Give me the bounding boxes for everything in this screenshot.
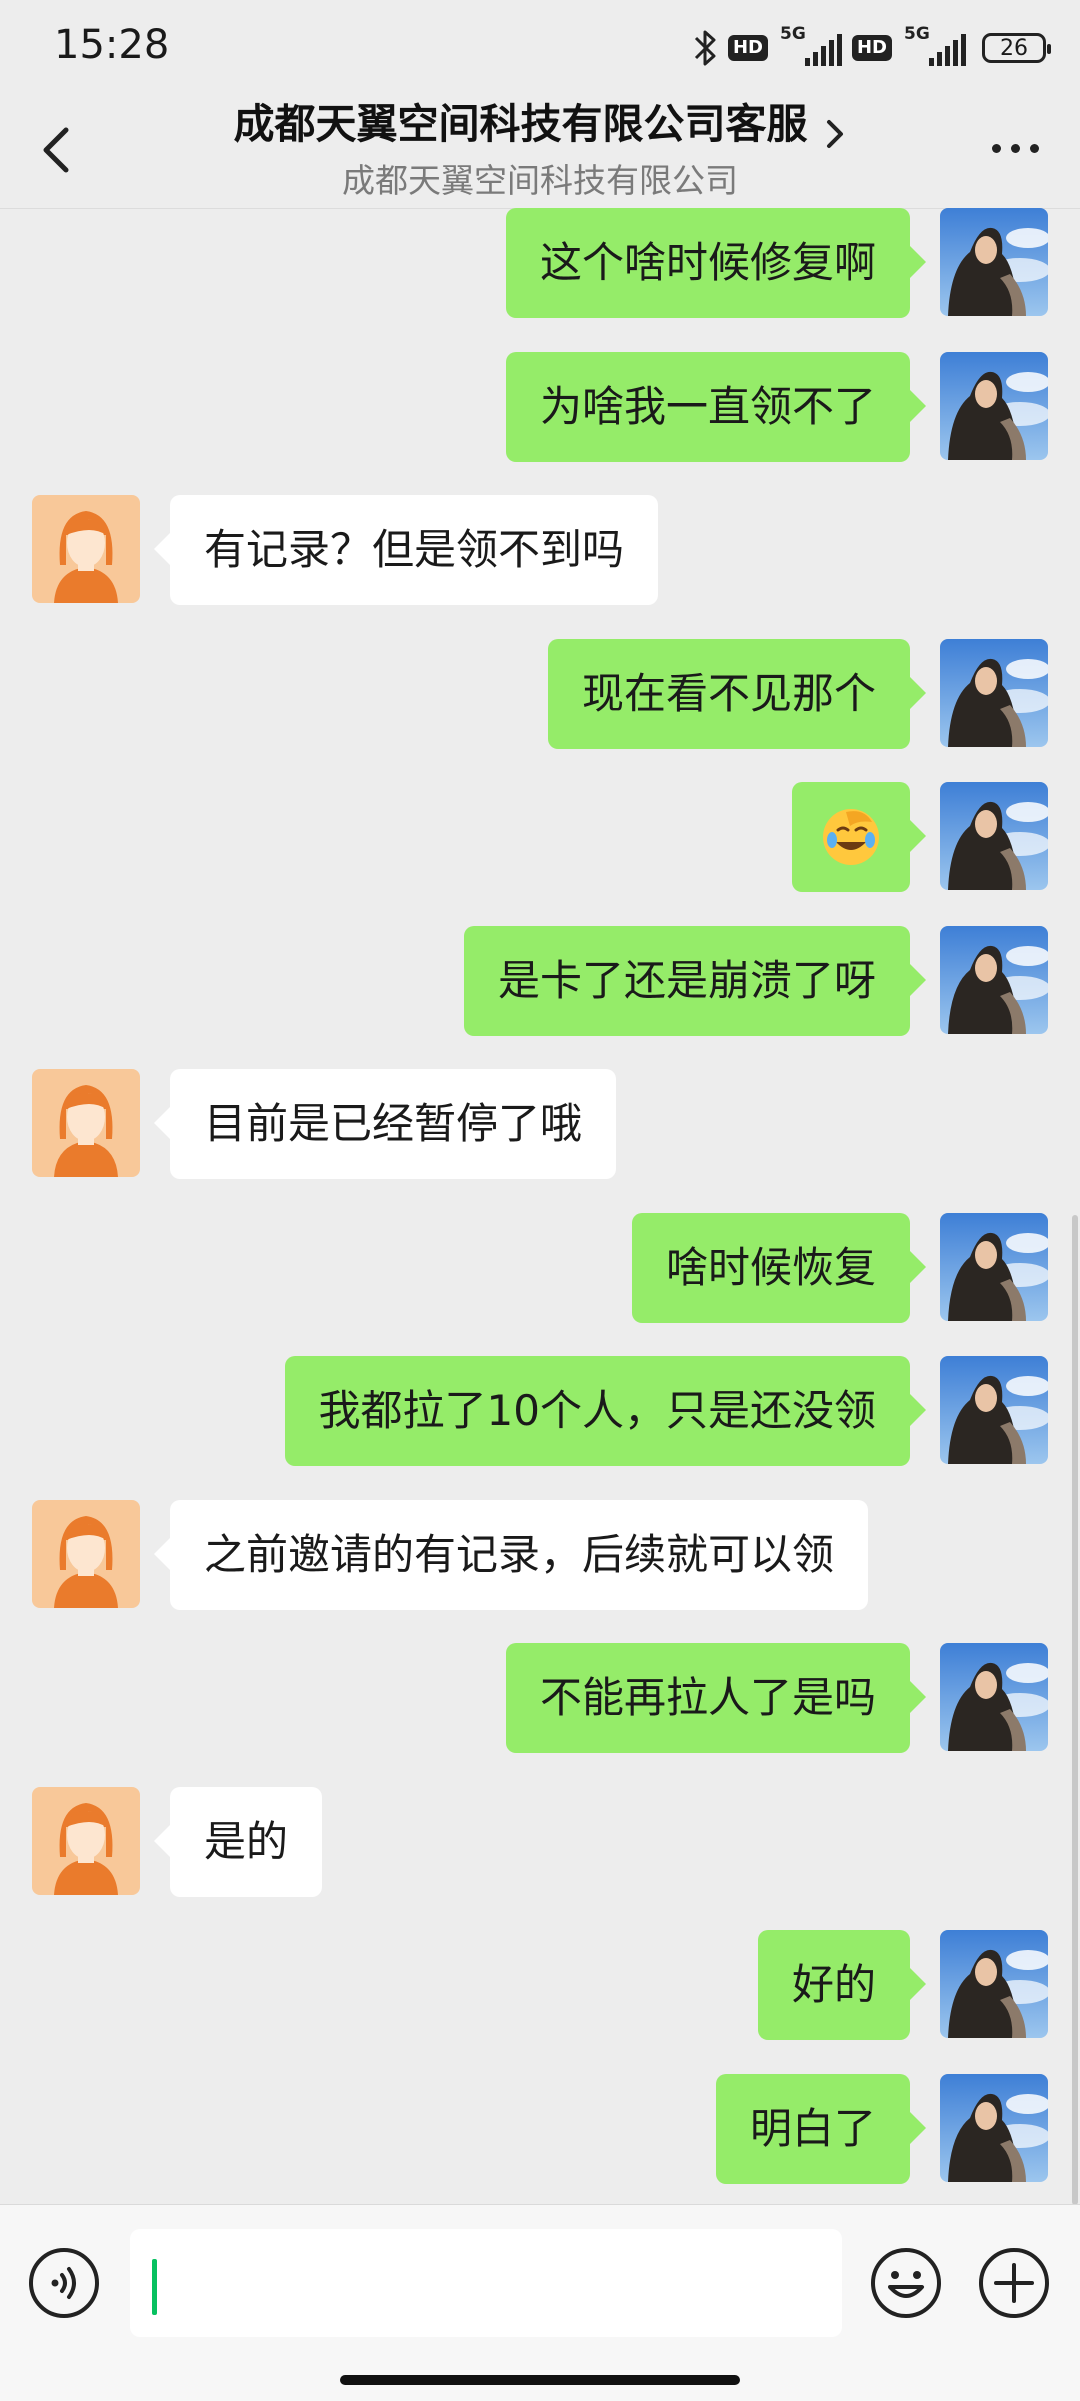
- chat-title[interactable]: 成都天翼空间科技有限公司客服: [233, 100, 807, 148]
- hd-badge-2: HD: [851, 35, 892, 61]
- my-avatar[interactable]: [940, 639, 1048, 747]
- sent-message: 不能再拉人了是吗: [0, 1643, 1080, 1753]
- battery-icon: 26: [982, 33, 1051, 63]
- scrollbar[interactable]: [1072, 1215, 1078, 2205]
- message-text: 是卡了还是崩溃了呀: [497, 956, 876, 1005]
- chevron-right-icon: [826, 119, 843, 148]
- message-input[interactable]: [130, 2229, 842, 2337]
- message-bubble[interactable]: 好的: [757, 1930, 927, 2040]
- my-avatar[interactable]: [940, 782, 1048, 890]
- message-bubble[interactable]: 有记录？但是领不到吗: [153, 495, 659, 605]
- bluetooth-icon: [694, 30, 716, 66]
- sent-message: 明白了: [0, 2074, 1080, 2184]
- agent-avatar[interactable]: [32, 1500, 140, 1608]
- message-bubble[interactable]: 目前是已经暂停了哦: [153, 1069, 617, 1179]
- voice-icon: [29, 2248, 99, 2318]
- sent-message: 啥时候恢复: [0, 1213, 1080, 1323]
- message-text: 这个啥时候修复啊: [539, 238, 876, 287]
- message-bubble[interactable]: 啥时候恢复: [631, 1213, 927, 1323]
- message-bubble[interactable]: 是卡了还是崩溃了呀: [463, 926, 927, 1036]
- sent-message: 好的: [0, 1930, 1080, 2040]
- message-bubble[interactable]: 之前邀请的有记录，后续就可以领: [153, 1500, 869, 1610]
- message-bubble[interactable]: 现在看不见那个: [547, 639, 927, 749]
- sent-message: 是卡了还是崩溃了呀: [0, 926, 1080, 1036]
- my-avatar[interactable]: [940, 926, 1048, 1034]
- more-button[interactable]: [980, 118, 1050, 178]
- facepalm-laugh-emoji: [823, 809, 879, 865]
- message-bubble[interactable]: 是的: [153, 1787, 323, 1897]
- sent-message: 现在看不见那个: [0, 639, 1080, 749]
- message-text: 有记录？但是领不到吗: [204, 525, 625, 574]
- input-bar: [0, 2204, 1080, 2401]
- chat-subtitle: 成都天翼空间科技有限公司: [342, 161, 738, 200]
- agent-avatar[interactable]: [32, 1787, 140, 1895]
- home-indicator[interactable]: [340, 2375, 740, 2385]
- message-bubble[interactable]: 为啥我一直领不了: [505, 352, 927, 462]
- signal-icon-2: 5G: [902, 24, 966, 68]
- status-icons: HD 5G HD 5G 26: [692, 24, 1051, 70]
- status-time: 15:28: [54, 22, 170, 68]
- my-avatar[interactable]: [940, 2074, 1048, 2182]
- my-avatar[interactable]: [940, 208, 1048, 316]
- more-icon: [991, 143, 1039, 153]
- agent-avatar[interactable]: [32, 495, 140, 603]
- plus-icon: [979, 2248, 1049, 2318]
- signal-icon: 5G: [778, 24, 842, 68]
- message-text: 之前邀请的有记录，后续就可以领: [204, 1530, 835, 1579]
- text-caret: [152, 2259, 157, 2315]
- message-text: 我都拉了10个人，只是还没领: [318, 1386, 876, 1435]
- message-bubble[interactable]: 明白了: [715, 2074, 927, 2184]
- message-bubble[interactable]: 这个啥时候修复啊: [505, 208, 927, 318]
- message-text: 现在看不见那个: [581, 669, 876, 718]
- sent-message: [0, 782, 1080, 892]
- received-message: 目前是已经暂停了哦: [0, 1069, 1080, 1179]
- my-avatar[interactable]: [940, 1356, 1048, 1464]
- battery-level: 26: [1000, 35, 1028, 61]
- message-text: 为啥我一直领不了: [539, 382, 876, 431]
- received-message: 是的: [0, 1787, 1080, 1897]
- sent-message: 我都拉了10个人，只是还没领: [0, 1356, 1080, 1466]
- sent-message: 这个啥时候修复啊: [0, 208, 1080, 318]
- message-text: 不能再拉人了是吗: [539, 1673, 876, 1722]
- status-bar: 15:28 HD 5G HD 5G 26: [0, 0, 1080, 96]
- message-text: 好的: [791, 1960, 876, 2009]
- my-avatar[interactable]: [940, 1930, 1048, 2038]
- hd-badge: HD: [727, 35, 768, 61]
- message-bubble[interactable]: [792, 782, 926, 892]
- voice-button[interactable]: [28, 2247, 100, 2319]
- my-avatar[interactable]: [940, 1643, 1048, 1751]
- emoji-icon: [871, 2248, 941, 2318]
- message-bubble[interactable]: 我都拉了10个人，只是还没领: [284, 1356, 927, 1466]
- received-message: 有记录？但是领不到吗: [0, 495, 1080, 605]
- message-bubble[interactable]: 不能再拉人了是吗: [505, 1643, 927, 1753]
- received-message: 之前邀请的有记录，后续就可以领: [0, 1500, 1080, 1610]
- my-avatar[interactable]: [940, 1213, 1048, 1321]
- sent-message: 为啥我一直领不了: [0, 352, 1080, 462]
- message-list[interactable]: 这个啥时候修复啊 为啥我一直领不了有记录？但是领不到吗现在看不见那个是卡了还是崩溃…: [0, 208, 1080, 2204]
- network-label-2: 5G: [904, 24, 930, 44]
- more-features-button[interactable]: [978, 2247, 1050, 2319]
- message-text: 明白了: [749, 2104, 876, 2153]
- emoji-button[interactable]: [870, 2247, 942, 2319]
- chat-header: 成都天翼空间科技有限公司客服 成都天翼空间科技有限公司: [0, 96, 1080, 209]
- message-text: 是的: [204, 1817, 289, 1866]
- message-text: 目前是已经暂停了哦: [204, 1099, 583, 1148]
- title-row[interactable]: 成都天翼空间科技有限公司客服: [0, 90, 1080, 152]
- network-label: 5G: [779, 24, 806, 44]
- message-text: 啥时候恢复: [665, 1243, 876, 1292]
- my-avatar[interactable]: [940, 352, 1048, 460]
- agent-avatar[interactable]: [32, 1069, 140, 1177]
